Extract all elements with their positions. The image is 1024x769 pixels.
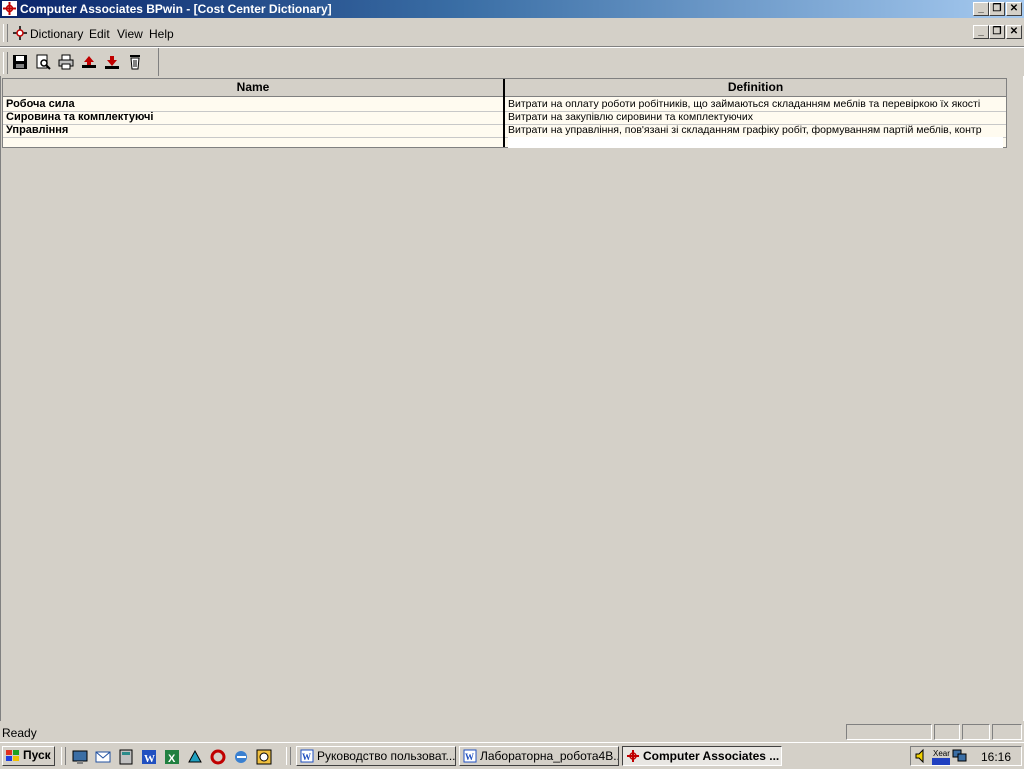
menu-bar: Dictionary Edit View Help _ ❐ ✕ [0, 22, 1024, 44]
task-label: Руководство пользоват... [317, 749, 456, 763]
status-panel [992, 724, 1022, 740]
status-panel [934, 724, 960, 740]
task-label: Computer Associates ... [643, 749, 780, 763]
restore-button[interactable]: ❐ [989, 2, 1005, 16]
column-header-definition[interactable]: Definition [505, 79, 1006, 97]
toolbar [0, 48, 159, 76]
word-document-icon: W [300, 749, 314, 763]
task-label: Лабораторна_робота4В... [480, 749, 619, 763]
start-button[interactable]: Пуск [2, 746, 55, 766]
child-restore-button[interactable]: ❐ [989, 25, 1005, 39]
windows-flag-icon [6, 750, 19, 761]
xear3d-text: Xear 3D [933, 749, 950, 758]
volume-icon[interactable] [914, 748, 930, 764]
clock[interactable]: 16:16 [981, 750, 1011, 764]
menu-grip[interactable] [3, 24, 8, 42]
cell-definition[interactable]: Витрати на управління, пов'язані зі скла… [508, 124, 1003, 137]
menu-help[interactable]: Help [149, 27, 174, 41]
column-header-name[interactable]: Name [3, 79, 503, 97]
desktop-icon[interactable] [72, 749, 88, 765]
svg-text:W: W [465, 752, 474, 762]
delete-icon[interactable] [125, 52, 145, 72]
menu-dictionary[interactable]: Dictionary [30, 27, 83, 41]
system-tray: Xear 3D 16:16 [910, 746, 1022, 766]
status-panel [846, 724, 932, 740]
status-panel [962, 724, 990, 740]
cell-name[interactable]: Управління [6, 124, 68, 137]
title-bar[interactable]: Computer Associates BPwin - [Cost Center… [0, 0, 1024, 18]
menu-edit[interactable]: Edit [89, 27, 110, 41]
child-close-button[interactable]: ✕ [1006, 25, 1022, 39]
minimize-button[interactable]: _ [973, 2, 989, 16]
cost-center-grid[interactable]: Name Definition Робоча сила Витрати на о… [2, 78, 1007, 148]
svg-text:X: X [168, 753, 176, 765]
print-icon[interactable] [56, 52, 76, 72]
cell-definition[interactable]: Витрати на закупівлю сировини та комплек… [508, 111, 1003, 124]
taskbar: Пуск W X W Руководство пользоват... W Ла… [0, 742, 1024, 769]
status-bar: Ready [0, 722, 1024, 742]
export-icon[interactable] [102, 52, 122, 72]
svg-text:W: W [144, 753, 155, 765]
close-button[interactable]: ✕ [1006, 2, 1022, 16]
excel-icon[interactable]: X [164, 749, 180, 765]
word-icon[interactable]: W [141, 749, 157, 765]
quicklaunch-grip[interactable] [61, 747, 66, 765]
column-divider[interactable] [503, 79, 505, 147]
task-word-document-1[interactable]: W Руководство пользоват... [296, 746, 456, 766]
opera-icon[interactable] [210, 749, 226, 765]
internet-explorer-icon[interactable] [233, 749, 249, 765]
cell-name[interactable]: Робоча сила [6, 98, 75, 111]
child-minimize-button[interactable]: _ [973, 25, 989, 39]
clock-app-icon[interactable] [256, 749, 272, 765]
preview-icon[interactable] [33, 52, 53, 72]
frontpage-icon[interactable] [187, 749, 203, 765]
window-title: Computer Associates BPwin - [Cost Center… [20, 2, 332, 16]
cell-definition[interactable] [508, 137, 1003, 148]
status-text: Ready [2, 726, 37, 740]
save-icon[interactable] [10, 52, 30, 72]
network-icon[interactable] [952, 748, 968, 764]
document-icon[interactable] [12, 25, 28, 41]
toolbar-grip[interactable] [3, 52, 8, 74]
tasks-grip[interactable] [286, 747, 291, 765]
cell-definition[interactable]: Витрати на оплату роботи робітників, що … [508, 98, 1003, 111]
task-word-document-2[interactable]: W Лабораторна_робота4В... [459, 746, 619, 766]
xear3d-icon[interactable]: Xear 3D [932, 747, 963, 765]
start-label: Пуск [23, 748, 51, 762]
menu-view[interactable]: View [117, 27, 143, 41]
bpwin-app-icon[interactable] [2, 1, 17, 16]
outlook-icon[interactable] [95, 749, 111, 765]
calculator-icon[interactable] [118, 749, 134, 765]
svg-text:W: W [302, 752, 311, 762]
cell-name[interactable]: Сировина та комплектуючі [6, 111, 153, 124]
word-document-icon: W [463, 749, 477, 763]
import-icon[interactable] [79, 52, 99, 72]
task-bpwin[interactable]: Computer Associates ... [622, 746, 782, 766]
mdi-client-area [0, 76, 1024, 721]
bpwin-app-icon [627, 750, 639, 762]
